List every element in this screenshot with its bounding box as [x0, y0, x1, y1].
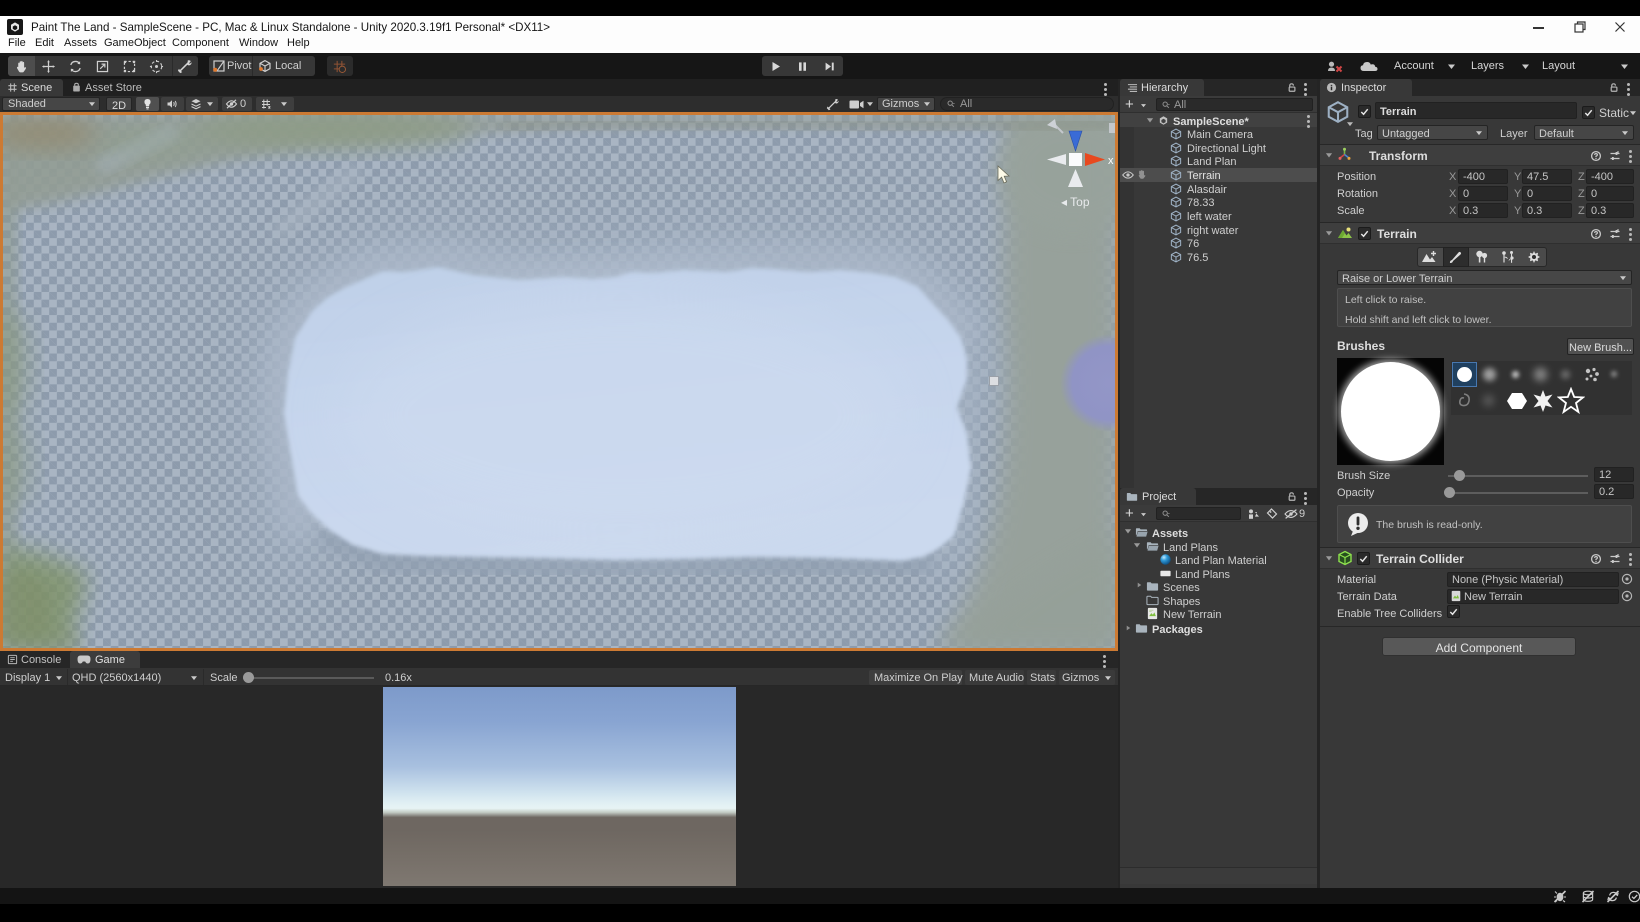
svg-text:◂ Top: ◂ Top [1061, 195, 1090, 209]
svg-text:x: x [1108, 155, 1114, 167]
